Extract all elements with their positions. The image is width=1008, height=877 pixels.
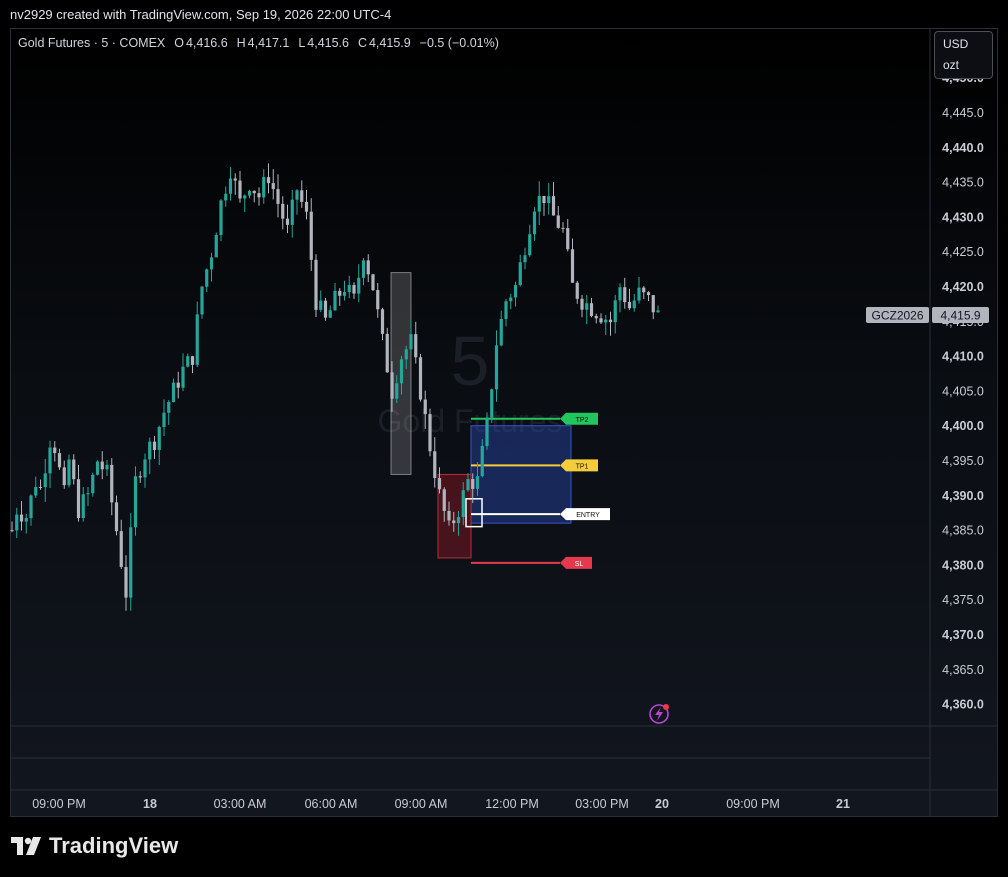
currency-sub: ozt — [943, 58, 960, 72]
legend-open-label: O — [174, 36, 184, 50]
legend-open: 4,416.6 — [185, 36, 228, 50]
tradingview-brand: TradingView — [49, 833, 179, 858]
legend-change: −0.5 (−0.01%) — [419, 36, 499, 50]
currency-unit: USD — [943, 37, 969, 51]
symbol-legend[interactable]: Gold Futures · 5 · COMEX O 4,416.6 H 4,417… — [18, 36, 501, 50]
legend-symbol: Gold Futures · 5 · COMEX — [18, 36, 166, 50]
tradingview-logo[interactable]: TradingView — [11, 833, 178, 859]
legend-close-label: C — [357, 36, 367, 50]
legend-close: 4,415.9 — [368, 36, 411, 50]
tradingview-logo-icon — [11, 837, 41, 855]
legend-high-label: H — [236, 36, 246, 50]
legend-low-label: L — [298, 36, 306, 50]
legend-high: 4,417.1 — [247, 36, 290, 50]
attribution-text: nv2929 created with TradingView.com, Sep… — [10, 7, 392, 22]
currency-selector[interactable]: USD ozt — [934, 31, 993, 79]
chart-frame[interactable] — [10, 28, 998, 817]
legend-low: 4,415.6 — [307, 36, 349, 50]
